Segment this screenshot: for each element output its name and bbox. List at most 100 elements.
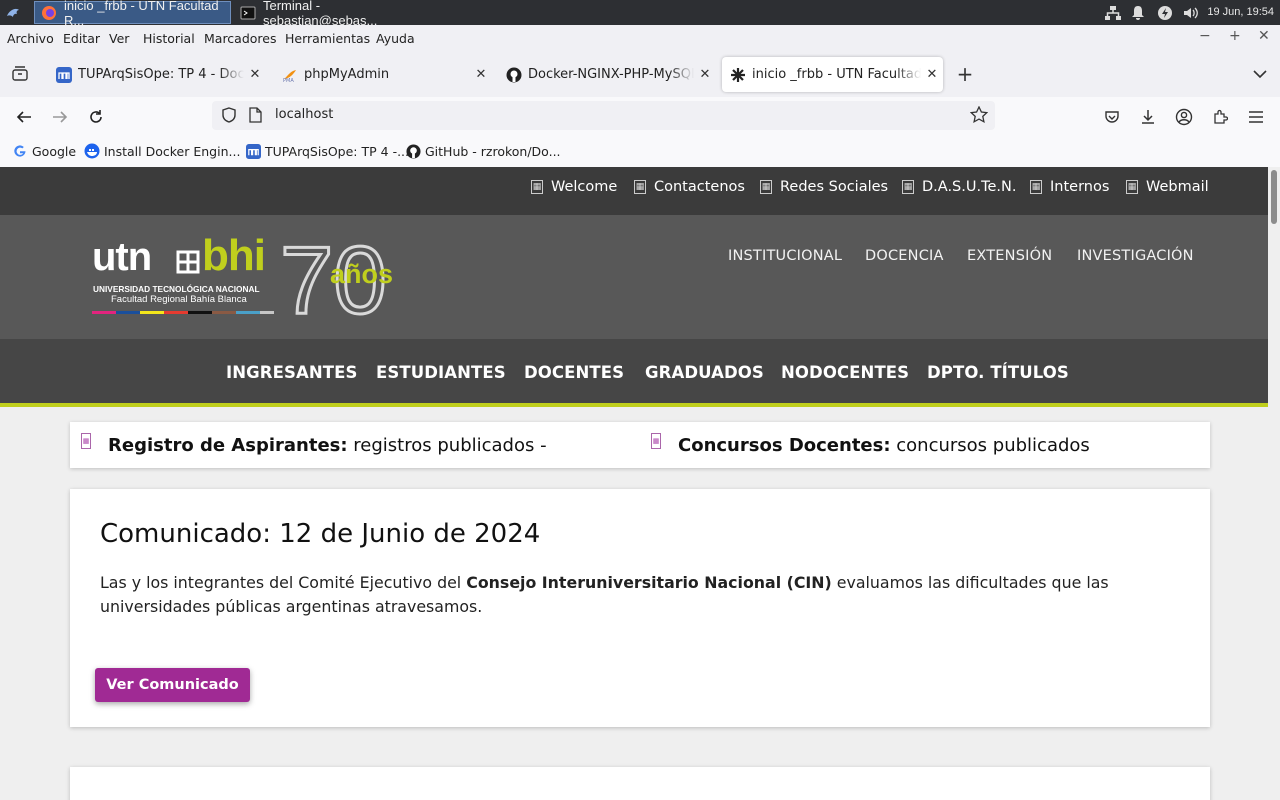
task-terminal[interactable]: Terminal - sebastian@sebas... [234, 0, 434, 28]
logo-line2: Facultad Regional Bahía Blanca [111, 294, 247, 305]
nav-dpto-titulos[interactable]: DPTO. TÍTULOS [927, 363, 1069, 382]
link-icon: ▦ [1126, 180, 1138, 194]
task-label: Terminal - sebastian@sebas... [263, 0, 378, 28]
nav-estudiantes[interactable]: ESTUDIANTES [376, 363, 506, 382]
clock[interactable]: 19 Jun, 19:54 [1207, 0, 1274, 25]
tab-utn-active[interactable]: inicio _frbb - UTN Facultad Regional ✕ [722, 57, 943, 92]
pocket-icon[interactable] [1100, 105, 1124, 129]
url-text[interactable]: localhost [275, 107, 333, 122]
announcement-title: Comunicado: 12 de Junio de 2024 [100, 519, 541, 549]
maximize-icon[interactable]: + [1229, 28, 1241, 44]
account-icon[interactable] [1172, 105, 1196, 129]
link-icon: ▦ [634, 180, 646, 194]
logo-utn-text: utn [92, 235, 152, 279]
close-tab-icon[interactable]: ✕ [694, 67, 716, 82]
close-tab-icon[interactable]: ✕ [921, 67, 943, 82]
list-tabs-icon[interactable] [1248, 62, 1272, 86]
menu-herramientas[interactable]: Herramientas [285, 31, 370, 46]
reload-icon[interactable] [84, 105, 108, 129]
nav-docencia[interactable]: DOCENCIA [865, 248, 944, 264]
menu-historial[interactable]: Historial [143, 31, 195, 46]
nav-extension[interactable]: EXTENSIÓN [967, 248, 1052, 264]
tab-moodle[interactable]: TUPArqSisOpe: TP 4 - Docker ✕ [48, 57, 266, 92]
link-contactenos[interactable]: ▦ Contactenos [634, 179, 745, 195]
link-internos[interactable]: ▦ Internos [1030, 179, 1109, 195]
bookmark-label: TUPArqSisOpe: TP 4 -... [265, 143, 410, 159]
volume-icon[interactable] [1182, 0, 1200, 25]
news-text: concursos publicados [890, 435, 1090, 456]
bookmark-label: Install Docker Engin... [104, 143, 241, 159]
menu-ayuda[interactable]: Ayuda [376, 31, 415, 46]
ver-comunicado-button[interactable]: Ver Comunicado [95, 668, 250, 702]
back-icon[interactable] [12, 105, 36, 129]
task-label: inicio _frbb - UTN Facultad R... [64, 0, 219, 28]
extensions-icon[interactable] [1208, 105, 1232, 129]
utn-logo[interactable]: 70 utn bhi UNIVERSIDAD TECNOLÓGICA NACIO… [92, 231, 412, 319]
hamburger-menu-icon[interactable] [1244, 105, 1268, 129]
tab-phpmyadmin[interactable]: PMA phpMyAdmin ✕ [274, 57, 492, 92]
nav-graduados[interactable]: GRADUADOS [645, 363, 764, 382]
link-icon: ▦ [81, 433, 91, 449]
scrollbar-thumb[interactable] [1271, 170, 1277, 224]
navigation-toolbar: localhost [0, 97, 1280, 137]
link-icon: ▦ [760, 180, 772, 194]
news-item-aspirantes[interactable]: ▦ Registro de Aspirantes: registros publ… [81, 433, 547, 456]
link-webmail[interactable]: ▦ Webmail [1126, 179, 1209, 195]
news-item-concursos[interactable]: ▦ Concursos Docentes: concursos publicad… [651, 433, 1090, 456]
bookmark-label: Google [32, 143, 77, 159]
github-icon [506, 67, 522, 83]
new-tab-icon[interactable]: + [953, 62, 977, 86]
tab-overview-icon[interactable] [8, 62, 32, 86]
google-icon [12, 143, 28, 159]
url-bar[interactable]: localhost [212, 101, 995, 130]
browser-menubar: Archivo Editar Ver Historial Marcadores … [0, 25, 1280, 52]
link-icon: ▦ [1030, 180, 1042, 194]
downloads-icon[interactable] [1136, 105, 1160, 129]
menu-marcadores[interactable]: Marcadores [204, 31, 277, 46]
bookmark-star-icon[interactable] [969, 105, 989, 128]
shield-icon[interactable] [221, 107, 237, 127]
news-text: registros publicados - [347, 435, 547, 456]
bookmark-moodle[interactable]: TUPArqSisOpe: TP 4 -... [245, 143, 409, 159]
power-icon[interactable] [1157, 0, 1173, 25]
close-tab-icon[interactable]: ✕ [244, 67, 266, 82]
page-icon[interactable] [248, 107, 262, 127]
menu-ver[interactable]: Ver [109, 31, 129, 46]
notifications-icon[interactable] [1131, 0, 1145, 25]
nav-investigacion[interactable]: INVESTIGACIÓN [1077, 248, 1194, 264]
news-bold: Registro de Aspirantes: [108, 435, 348, 456]
main-navigation: INGRESANTES ESTUDIANTES DOCENTES GRADUAD… [0, 339, 1268, 407]
tab-title: inicio _frbb - UTN Facultad Regional [752, 67, 921, 82]
menu-archivo[interactable]: Archivo [7, 31, 54, 46]
close-tab-icon[interactable]: ✕ [470, 67, 492, 82]
utn-icon [730, 67, 746, 83]
link-label: D.A.S.U.Te.N. [922, 179, 1017, 195]
link-redes-sociales[interactable]: ▦ Redes Sociales [760, 179, 888, 195]
firefox-icon [41, 5, 57, 21]
forward-icon[interactable] [48, 105, 72, 129]
scrollbar[interactable] [1268, 167, 1280, 800]
task-firefox[interactable]: inicio _frbb - UTN Facultad R... [34, 0, 231, 28]
bookmark-docker[interactable]: Install Docker Engin... [84, 143, 240, 159]
menu-editar[interactable]: Editar [63, 31, 100, 46]
bookmark-github[interactable]: GitHub - rzrokon/Do... [405, 143, 561, 159]
network-icon[interactable] [1104, 0, 1122, 25]
nav-nodocentes[interactable]: NODOCENTES [781, 363, 909, 382]
site-header: 70 utn bhi UNIVERSIDAD TECNOLÓGICA NACIO… [0, 215, 1268, 339]
link-welcome[interactable]: ▦ Welcome [531, 179, 617, 195]
nav-institucional[interactable]: INSTITUCIONAL [728, 248, 842, 264]
app-menu-icon[interactable] [2, 2, 24, 23]
tab-github[interactable]: Docker-NGINX-PHP-MySQL-PHPMyAdmin ✕ [498, 57, 716, 92]
close-window-icon[interactable]: ✕ [1258, 28, 1270, 44]
bookmarks-toolbar: Google Install Docker Engin... TUPArqSis… [0, 137, 1280, 167]
bookmark-google[interactable]: Google [12, 143, 76, 159]
link-dasuten[interactable]: ▦ D.A.S.U.Te.N. [902, 179, 1016, 195]
svg-text:PMA: PMA [283, 78, 294, 83]
nav-docentes[interactable]: DOCENTES [524, 363, 624, 382]
minimize-icon[interactable]: − [1199, 28, 1211, 44]
nav-ingresantes[interactable]: INGRESANTES [226, 363, 357, 382]
moodle-icon [56, 66, 72, 83]
logo-anos: años [330, 259, 394, 289]
link-label: Contactenos [654, 179, 745, 195]
announcement-text: Las y los integrantes del Comité Ejecuti… [100, 571, 1170, 619]
